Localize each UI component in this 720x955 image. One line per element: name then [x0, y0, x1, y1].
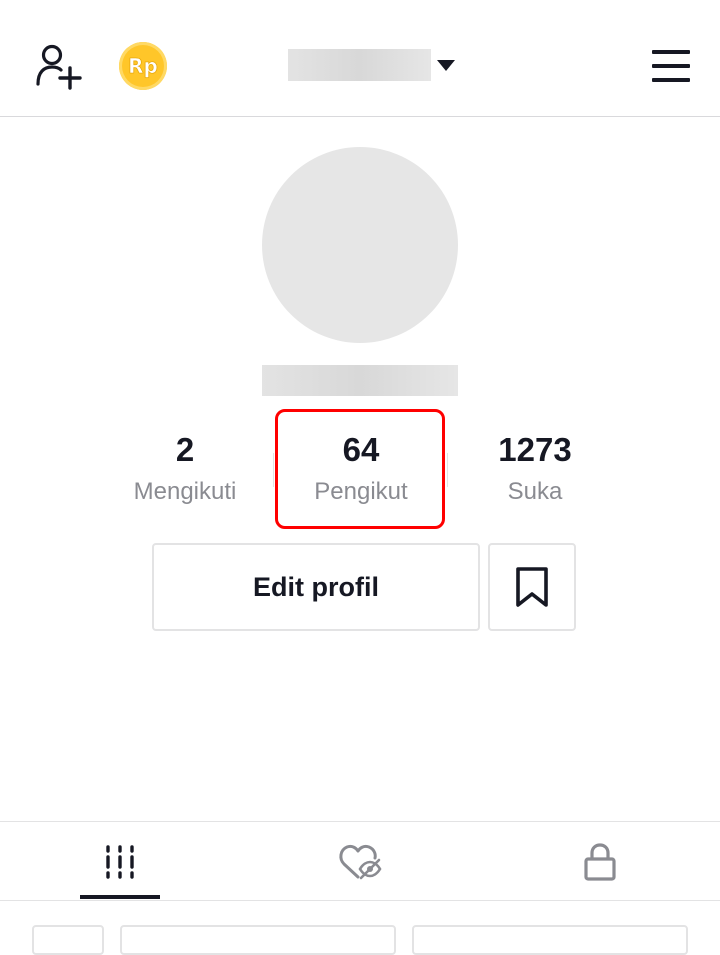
likes-count: 1273: [498, 431, 572, 468]
edit-profile-button[interactable]: Edit profil: [152, 543, 480, 631]
caret-down-icon: [437, 59, 455, 71]
stat-divider: [447, 453, 448, 487]
highlight-box: [275, 409, 445, 529]
avatar[interactable]: [262, 147, 458, 343]
profile-tabs: [0, 821, 720, 901]
menu-button[interactable]: [650, 50, 692, 82]
coin-label: Rp: [128, 54, 158, 79]
likes-label: Suka: [507, 478, 563, 505]
stat-following[interactable]: 2 Mengikuti: [100, 428, 270, 512]
hamburger-menu-icon: [652, 50, 690, 54]
video-thumbnail[interactable]: [120, 925, 396, 955]
following-count: 2: [175, 431, 195, 468]
tab-liked[interactable]: [240, 822, 480, 901]
heart-hidden-icon: [339, 844, 382, 879]
account-switcher[interactable]: [288, 49, 455, 81]
active-tab-indicator: [80, 895, 160, 899]
tab-private[interactable]: [480, 822, 720, 901]
stat-likes[interactable]: 1273 Suka: [450, 428, 620, 512]
coin-balance-button[interactable]: Rp: [119, 42, 167, 90]
tab-videos[interactable]: [0, 822, 240, 901]
stat-divider: [273, 453, 274, 487]
username-redacted: [288, 49, 431, 81]
add-friend-button[interactable]: [30, 40, 88, 92]
person-add-icon: [36, 44, 82, 90]
display-name-redacted: [262, 365, 458, 396]
bookmark-button[interactable]: [488, 543, 576, 631]
following-label: Mengikuti: [133, 478, 237, 505]
lock-icon: [584, 842, 616, 881]
bookmark-icon: [516, 567, 548, 607]
video-thumbnail[interactable]: [32, 925, 104, 955]
top-bar: Rp: [0, 0, 720, 117]
video-thumbnail[interactable]: [412, 925, 688, 955]
grid-bars-icon: [106, 844, 134, 879]
